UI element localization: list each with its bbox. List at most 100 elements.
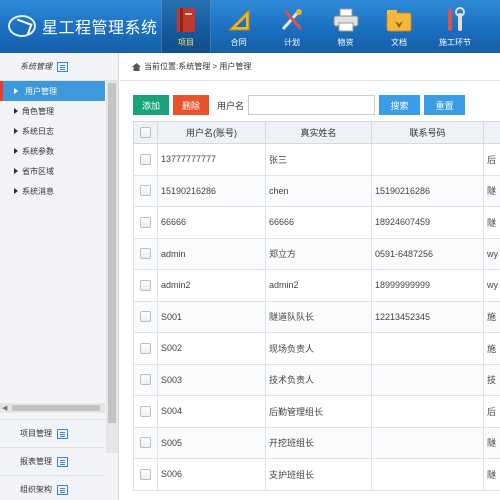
sidebar-item-label: 省市区域 bbox=[22, 166, 54, 176]
row-checkbox[interactable] bbox=[140, 342, 151, 354]
sidebar-item-regions[interactable]: 省市区域 bbox=[0, 161, 105, 181]
nav-item-document[interactable]: 文档 bbox=[373, 0, 425, 53]
cell-phone: 12213452345 bbox=[371, 300, 484, 333]
sidebar-item-system-params[interactable]: 系统参数 bbox=[0, 141, 105, 161]
sidebar-title-label: 系统管理 bbox=[20, 62, 52, 71]
cell-realname: 开挖班组长 bbox=[265, 426, 372, 459]
cell-realname: 张三 bbox=[265, 143, 372, 176]
table-row[interactable]: S006 支护班组长 隧 bbox=[133, 458, 500, 491]
wrench-icon bbox=[442, 7, 468, 33]
table-row[interactable]: 15190216286 chen 15190216286 隧 bbox=[133, 174, 500, 207]
table-row[interactable]: S005 开挖班组长 隧 bbox=[133, 426, 500, 459]
table-header-row: 用户名(账号) 真实姓名 联系号码 bbox=[133, 121, 500, 144]
row-select-cell[interactable] bbox=[133, 395, 158, 428]
sidebar-item-label: 系统日志 bbox=[22, 126, 54, 136]
row-select-cell[interactable] bbox=[133, 458, 158, 491]
table-row[interactable]: 66666 66666 18924607459 隧 bbox=[133, 206, 500, 239]
nav-label: 文档 bbox=[391, 38, 407, 47]
row-select-cell[interactable] bbox=[133, 237, 158, 270]
table-row[interactable]: 13777777777 张三 后 bbox=[133, 143, 500, 176]
row-checkbox[interactable] bbox=[140, 468, 151, 480]
select-all-checkbox[interactable] bbox=[140, 127, 151, 139]
nav-item-construction[interactable]: 施工环节 bbox=[425, 0, 485, 53]
nav-label: 项目 bbox=[178, 38, 194, 47]
row-checkbox[interactable] bbox=[140, 153, 151, 165]
row-select-cell[interactable] bbox=[133, 174, 158, 207]
nav-item-material[interactable]: 物资 bbox=[318, 0, 373, 53]
column-header-phone[interactable]: 联系号码 bbox=[371, 121, 484, 144]
nav-item-contract[interactable]: 合同 bbox=[211, 0, 266, 53]
add-button[interactable]: 添加 bbox=[133, 95, 170, 115]
reset-button[interactable]: 重置 bbox=[424, 95, 466, 115]
column-header-extra[interactable] bbox=[483, 121, 500, 144]
row-select-cell[interactable] bbox=[133, 206, 158, 239]
scroll-left-icon[interactable]: ◀ bbox=[2, 404, 7, 412]
row-select-cell[interactable] bbox=[133, 300, 158, 333]
cell-extra: 技 bbox=[483, 363, 500, 396]
select-all-cell[interactable] bbox=[133, 121, 158, 144]
row-checkbox[interactable] bbox=[140, 405, 151, 417]
user-table: 用户名(账号) 真实姓名 联系号码 13777777777 张三后 15190216… bbox=[133, 121, 500, 491]
row-select-cell[interactable] bbox=[133, 143, 158, 176]
sidebar-item-system-log[interactable]: 系统日志 bbox=[0, 121, 105, 141]
scrollbar-thumb[interactable] bbox=[108, 83, 116, 423]
cell-realname: 支护班组长 bbox=[265, 458, 372, 491]
row-checkbox[interactable] bbox=[140, 185, 151, 197]
table-row[interactable]: S001 隧道队队长 12213452345 施 bbox=[133, 300, 500, 333]
cell-username: admin bbox=[157, 237, 266, 270]
delete-button[interactable]: 删除 bbox=[173, 95, 210, 115]
caret-right-icon bbox=[14, 88, 18, 94]
sidebar-item-label: 系统消息 bbox=[22, 186, 54, 196]
sidebar-horizontal-scrollbar[interactable]: ◀ bbox=[0, 403, 105, 413]
list-icon bbox=[57, 61, 68, 72]
cell-realname: admin2 bbox=[265, 269, 372, 302]
table-row[interactable]: admin 郑立方 0591-6487256 wy bbox=[133, 237, 500, 270]
row-checkbox[interactable] bbox=[140, 216, 151, 228]
scrollbar-thumb[interactable] bbox=[12, 405, 100, 411]
nav-item-project[interactable]: 项目 bbox=[161, 0, 211, 53]
table-row[interactable]: S003 技术负责人 技 bbox=[133, 363, 500, 396]
list-icon bbox=[57, 484, 68, 495]
sidebar-group-report[interactable]: 报表管理 bbox=[0, 447, 105, 475]
cell-phone: 18999999999 bbox=[371, 269, 484, 302]
cell-extra: 施 bbox=[483, 300, 500, 333]
sidebar-title[interactable]: 系统管理 bbox=[0, 53, 118, 81]
book-icon bbox=[173, 7, 199, 33]
row-select-cell[interactable] bbox=[133, 426, 158, 459]
top-header: 星工程管理系统 项目 合同 计划 物资 文档 施工环节 bbox=[0, 0, 500, 53]
nav-label: 施工环节 bbox=[439, 38, 471, 47]
row-checkbox[interactable] bbox=[140, 279, 151, 291]
row-select-cell[interactable] bbox=[133, 269, 158, 302]
table-row[interactable]: S004 后勤管理组长 后 bbox=[133, 395, 500, 428]
sidebar-vertical-scrollbar[interactable] bbox=[106, 81, 118, 453]
cell-extra: 隧 bbox=[483, 174, 500, 207]
cell-phone bbox=[371, 143, 484, 176]
caret-right-icon bbox=[14, 168, 18, 174]
sidebar-group-project[interactable]: 项目管理 bbox=[0, 419, 105, 447]
cell-phone: 15190216286 bbox=[371, 174, 484, 207]
sidebar-group-label: 组织架构 bbox=[20, 485, 52, 494]
row-checkbox[interactable] bbox=[140, 374, 151, 386]
home-icon bbox=[132, 62, 141, 71]
row-checkbox[interactable] bbox=[140, 437, 151, 449]
main-content: 当前位置:系统管理 > 用户管理 添加 删除 用户名 搜索 重置 用户名(账号)… bbox=[120, 53, 500, 500]
nav-label: 合同 bbox=[230, 38, 247, 47]
nav-item-plan[interactable]: 计划 bbox=[266, 0, 318, 53]
sidebar-item-user-management[interactable]: 用户管理 bbox=[0, 81, 105, 101]
list-icon bbox=[57, 428, 68, 439]
cell-realname: 郑立方 bbox=[265, 237, 372, 270]
row-checkbox[interactable] bbox=[140, 311, 151, 323]
cell-extra: 隧 bbox=[483, 426, 500, 459]
row-checkbox[interactable] bbox=[140, 248, 151, 260]
column-header-realname[interactable]: 真实姓名 bbox=[265, 121, 372, 144]
row-select-cell[interactable] bbox=[133, 363, 158, 396]
column-header-username[interactable]: 用户名(账号) bbox=[157, 121, 266, 144]
sidebar-group-organization[interactable]: 组织架构 bbox=[0, 475, 105, 500]
row-select-cell[interactable] bbox=[133, 332, 158, 365]
search-button[interactable]: 搜索 bbox=[379, 95, 421, 115]
table-row[interactable]: S002 现场负责人 施 bbox=[133, 332, 500, 365]
sidebar-item-role-management[interactable]: 角色管理 bbox=[0, 101, 105, 121]
table-row[interactable]: admin2 admin2 18999999999 wy bbox=[133, 269, 500, 302]
username-search-input[interactable] bbox=[248, 95, 376, 115]
sidebar-item-system-messages[interactable]: 系统消息 bbox=[0, 181, 105, 201]
